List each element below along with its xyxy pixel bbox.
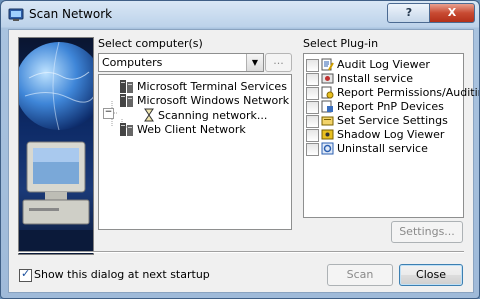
tree-node-label: Scanning network... bbox=[158, 109, 268, 122]
settings-button[interactable]: Settings... bbox=[391, 221, 463, 243]
plugin-checkbox[interactable] bbox=[306, 115, 319, 128]
plugin-label: Report Permissions/Auditing bbox=[337, 86, 480, 99]
window-title: Scan Network bbox=[29, 7, 113, 21]
shadow-log-icon bbox=[321, 129, 334, 140]
network-server-icon bbox=[120, 94, 133, 107]
plugin-label: Install service bbox=[337, 72, 414, 85]
uninstall-service-icon bbox=[321, 142, 334, 155]
computers-combo[interactable]: Computers ▼ bbox=[98, 53, 264, 72]
title-bar[interactable]: Scan Network ? X bbox=[1, 1, 479, 29]
plugin-checkbox[interactable] bbox=[306, 87, 319, 100]
scan-network-app-icon bbox=[8, 8, 24, 21]
scan-network-window: Scan Network ? X Select computer(s) Comp… bbox=[0, 0, 480, 299]
plugin-checkbox[interactable] bbox=[306, 101, 319, 114]
help-button[interactable]: ? bbox=[387, 3, 431, 23]
dialog-body: Select computer(s) Computers ▼ ... − Mic… bbox=[8, 29, 479, 293]
computer-tree[interactable]: − Microsoft Terminal Services Microsoft … bbox=[98, 74, 292, 230]
plugin-label: Report PnP Devices bbox=[337, 100, 444, 113]
plugin-checkbox[interactable] bbox=[306, 59, 319, 72]
show-at-startup-label[interactable]: Show this dialog at next startup bbox=[34, 268, 210, 281]
scan-button[interactable]: Scan bbox=[327, 264, 393, 286]
window-close-button[interactable]: X bbox=[429, 3, 475, 23]
chevron-down-icon[interactable]: ▼ bbox=[246, 54, 263, 71]
pnp-devices-icon bbox=[321, 100, 333, 113]
plugin-label: Set Service Settings bbox=[337, 114, 448, 127]
select-plugin-label: Select Plug-in bbox=[303, 37, 379, 50]
show-at-startup-checkbox[interactable] bbox=[19, 267, 32, 282]
plugin-label: Shadow Log Viewer bbox=[337, 128, 445, 141]
close-button[interactable]: Close bbox=[399, 264, 463, 286]
plugin-label: Audit Log Viewer bbox=[337, 58, 430, 71]
plugin-checkbox[interactable] bbox=[306, 143, 319, 156]
network-server-icon bbox=[120, 123, 133, 136]
select-computers-label: Select computer(s) bbox=[98, 37, 203, 50]
plugin-checkbox[interactable] bbox=[306, 73, 319, 86]
install-service-icon bbox=[321, 73, 334, 84]
browse-button[interactable]: ... bbox=[265, 53, 292, 72]
hourglass-icon bbox=[144, 108, 154, 122]
network-banner-image bbox=[18, 37, 94, 255]
plugin-label: Uninstall service bbox=[337, 142, 428, 155]
log-viewer-icon bbox=[321, 58, 334, 71]
tree-node-label: Microsoft Terminal Services bbox=[137, 80, 287, 93]
plugin-list: Audit Log Viewer Install service Report … bbox=[303, 53, 479, 218]
footer-divider bbox=[18, 251, 464, 253]
computers-combo-value: Computers bbox=[102, 56, 163, 69]
service-settings-icon bbox=[321, 116, 334, 126]
tree-collapse-toggle[interactable]: − bbox=[103, 108, 114, 119]
plugin-checkbox[interactable] bbox=[306, 129, 319, 142]
report-permissions-icon bbox=[321, 86, 334, 99]
tree-node-label: Web Client Network bbox=[137, 123, 246, 136]
tree-node-label: Microsoft Windows Network bbox=[137, 94, 290, 107]
globe-computer-illustration bbox=[19, 41, 93, 254]
